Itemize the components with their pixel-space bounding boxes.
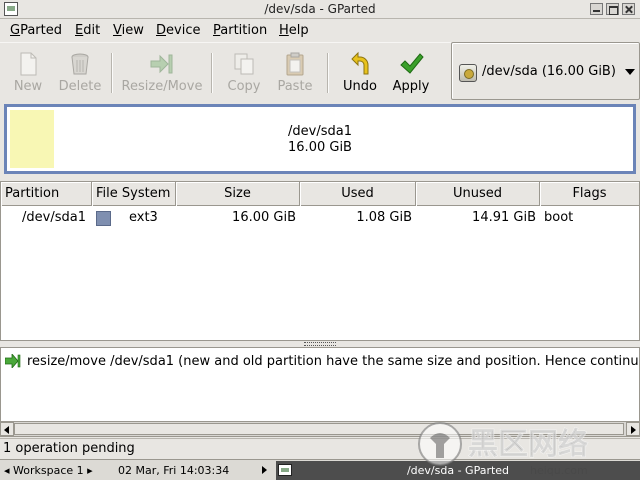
column-flags[interactable]: Flags <box>540 182 639 206</box>
maximize-button[interactable] <box>606 3 619 15</box>
hard-disk-icon <box>459 64 477 82</box>
cell-unused: 14.91 GiB <box>472 210 536 225</box>
new-document-icon <box>20 52 37 76</box>
menu-label: evice <box>166 23 201 38</box>
resize-move-icon <box>5 354 21 368</box>
menu-label: elp <box>288 23 309 38</box>
disk-graphic-partition[interactable]: /dev/sda1 16.00 GiB <box>4 104 636 174</box>
used-space-bar <box>10 110 54 168</box>
menu-help[interactable]: Help <box>279 23 309 38</box>
paste-button[interactable]: Paste <box>272 49 318 99</box>
status-text: 1 operation pending <box>3 441 135 456</box>
undo-label: Undo <box>343 79 377 94</box>
menu-mnemonic: E <box>75 23 84 38</box>
tray-arrow-icon[interactable] <box>262 466 267 474</box>
cell-used: 1.08 GiB <box>356 210 412 225</box>
menu-label: Parted <box>20 23 62 38</box>
delete-button[interactable]: Delete <box>56 49 104 99</box>
status-bar: 1 operation pending <box>0 438 640 458</box>
taskbar-task-gparted[interactable]: /dev/sda - GParted <box>276 461 640 480</box>
apply-button[interactable]: Apply <box>388 49 434 99</box>
new-button[interactable]: New <box>8 49 48 99</box>
menu-label: dit <box>83 23 101 38</box>
scroll-left-arrow-icon[interactable] <box>0 422 14 436</box>
device-selector-value: /dev/sda (16.00 GiB) <box>482 64 616 79</box>
table-row[interactable]: /dev/sda1 ext3 16.00 GiB 1.08 GiB 14.91 … <box>1 208 639 228</box>
menu-edit[interactable]: Edit <box>75 23 100 38</box>
workspace-switcher[interactable]: ◂ Workspace 1 ▸ <box>4 464 93 477</box>
column-partition[interactable]: Partition <box>1 182 92 206</box>
taskbar-clock: 02 Mar, Fri 14:03:34 <box>118 464 230 477</box>
scrollbar-thumb[interactable] <box>14 423 624 435</box>
resize-move-button[interactable]: Resize/Move <box>120 49 204 99</box>
graphic-partition-name: /dev/sda1 <box>288 124 352 139</box>
checkmark-icon <box>400 53 424 74</box>
menu-label: artition <box>220 23 268 38</box>
resize-move-icon <box>150 54 173 74</box>
copy-button[interactable]: Copy <box>222 49 266 99</box>
menu-mnemonic: V <box>113 23 122 38</box>
cell-partition: /dev/sda1 <box>22 210 86 225</box>
copy-label: Copy <box>227 79 261 94</box>
title-bar[interactable]: /dev/sda - GParted <box>0 0 640 19</box>
menu-gparted[interactable]: GParted <box>10 23 62 38</box>
menu-mnemonic: G <box>10 23 21 38</box>
column-size[interactable]: Size <box>176 182 300 206</box>
column-unused[interactable]: Unused <box>416 182 540 206</box>
cell-file-system: ext3 <box>129 210 158 225</box>
toolbar-separator <box>327 53 329 93</box>
pane-resize-handle[interactable] <box>304 342 336 346</box>
workspace-label: Workspace 1 <box>13 464 84 477</box>
new-label: New <box>13 79 43 94</box>
column-file-system[interactable]: File System <box>92 182 176 206</box>
operations-horizontal-scrollbar[interactable] <box>0 421 640 436</box>
cell-size: 16.00 GiB <box>232 210 296 225</box>
undo-button[interactable]: Undo <box>338 49 382 99</box>
trash-icon <box>71 53 89 75</box>
partition-table: Partition File System Size Used Unused F… <box>0 181 640 341</box>
copy-icon <box>234 53 254 75</box>
table-header: Partition File System Size Used Unused F… <box>1 182 639 206</box>
delete-label: Delete <box>58 79 102 94</box>
toolbar-separator <box>111 53 113 93</box>
paste-label: Paste <box>277 79 313 94</box>
menu-bar: GParted Edit View Device Partition Help <box>0 20 640 42</box>
menu-mnemonic: H <box>279 23 289 38</box>
toolbar-separator <box>211 53 213 93</box>
chevron-down-icon <box>625 69 635 75</box>
taskbar: ◂ Workspace 1 ▸ 02 Mar, Fri 14:03:34 /de… <box>0 459 640 480</box>
filesystem-color-swatch <box>96 211 111 226</box>
menu-label: iew <box>121 23 144 38</box>
operation-text[interactable]: resize/move /dev/sda1 (new and old parti… <box>27 354 639 369</box>
undo-icon <box>351 51 369 75</box>
menu-partition[interactable]: Partition <box>213 23 267 38</box>
cell-flags: boot <box>544 210 574 225</box>
paste-icon <box>286 52 304 76</box>
window-title: /dev/sda - GParted <box>264 2 376 16</box>
task-title: /dev/sda - GParted <box>406 464 510 477</box>
scroll-right-arrow-icon[interactable] <box>626 422 640 436</box>
graphic-partition-size: 16.00 GiB <box>288 140 352 155</box>
close-button[interactable] <box>622 3 635 15</box>
menu-view[interactable]: View <box>113 23 144 38</box>
menu-device[interactable]: Device <box>156 23 200 38</box>
device-selector[interactable]: /dev/sda (16.00 GiB) <box>451 42 640 100</box>
minimize-button[interactable] <box>590 3 603 15</box>
resize-move-label: Resize/Move <box>121 79 203 94</box>
apply-label: Apply <box>392 79 430 94</box>
column-used[interactable]: Used <box>300 182 416 206</box>
menu-mnemonic: D <box>156 23 167 38</box>
